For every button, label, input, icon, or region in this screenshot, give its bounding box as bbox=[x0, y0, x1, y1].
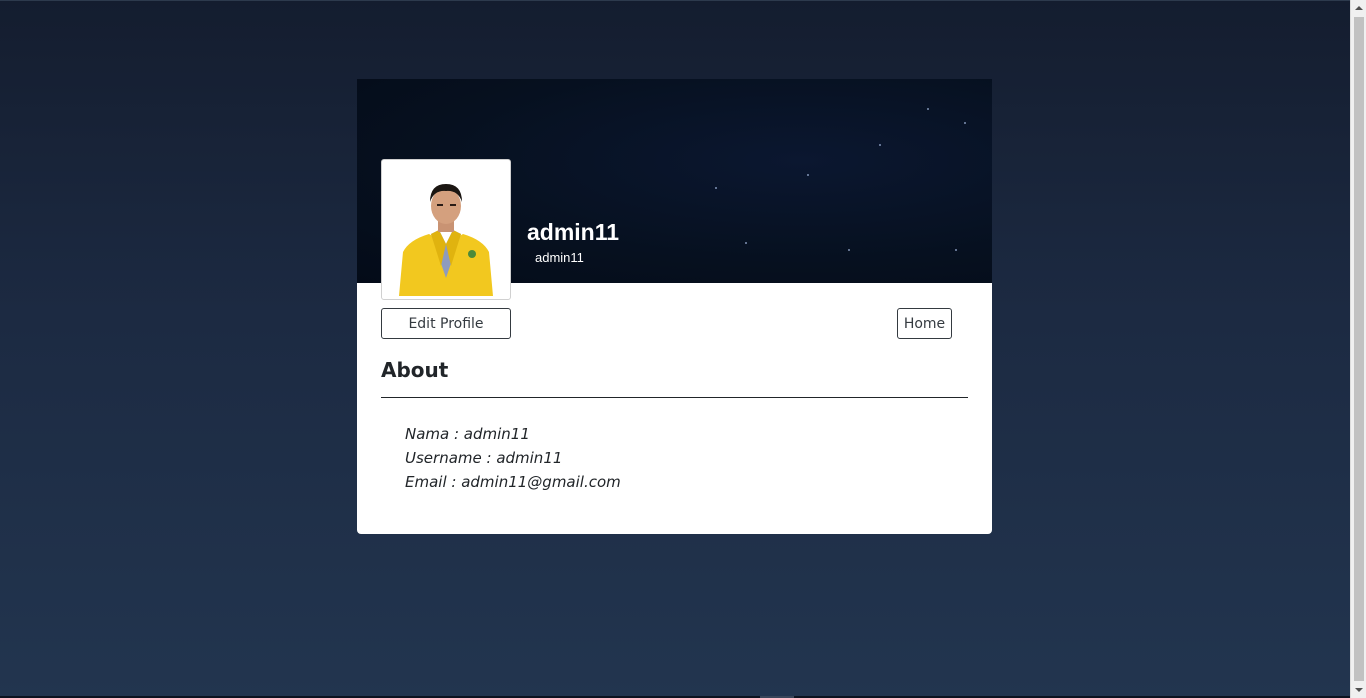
info-email: Email : admin11@gmail.com bbox=[405, 473, 621, 491]
profile-photo bbox=[395, 174, 497, 296]
star-decoration bbox=[879, 144, 881, 146]
home-button[interactable]: Home bbox=[897, 308, 952, 339]
star-decoration bbox=[745, 242, 747, 244]
top-border bbox=[0, 0, 1350, 1]
scroll-up-arrow-icon[interactable] bbox=[1355, 6, 1363, 10]
star-decoration bbox=[807, 174, 809, 176]
avatar bbox=[381, 159, 511, 300]
star-decoration bbox=[715, 187, 717, 189]
star-decoration bbox=[848, 249, 850, 251]
star-decoration bbox=[964, 122, 966, 124]
scrollbar-thumb[interactable] bbox=[1354, 17, 1364, 681]
edit-profile-button[interactable]: Edit Profile bbox=[381, 308, 511, 339]
person-photo-icon bbox=[395, 174, 497, 296]
profile-username: admin11 bbox=[535, 250, 584, 265]
profile-card: admin11 admin11 Edit Profile Home About … bbox=[357, 79, 992, 534]
vertical-scrollbar[interactable] bbox=[1350, 0, 1366, 698]
profile-display-name: admin11 bbox=[527, 219, 620, 245]
info-username: Username : admin11 bbox=[405, 449, 563, 467]
star-decoration bbox=[927, 108, 929, 110]
scroll-down-arrow-icon[interactable] bbox=[1355, 688, 1363, 692]
about-heading: About bbox=[381, 358, 449, 382]
about-divider bbox=[381, 397, 968, 398]
info-nama: Nama : admin11 bbox=[405, 425, 530, 443]
star-decoration bbox=[955, 249, 957, 251]
